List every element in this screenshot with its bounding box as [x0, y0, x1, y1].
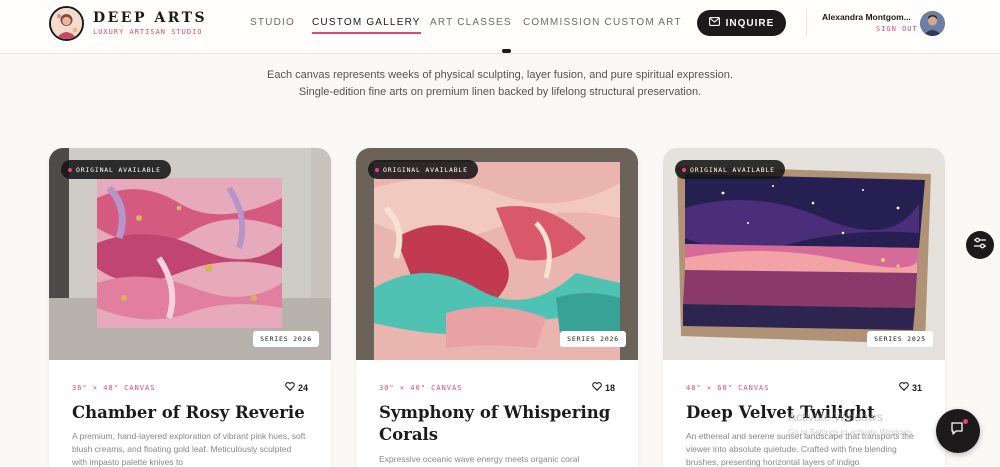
inquire-button[interactable]: INQUIRE [697, 10, 786, 36]
heart-icon [592, 382, 602, 393]
inquire-label: INQUIRE [725, 17, 775, 29]
mail-icon [708, 17, 720, 29]
activate-windows-watermark: Activate Windows [788, 410, 883, 424]
artwork-card[interactable]: ORIGINAL AVAILABLE SERIES 2026 30" × 40"… [356, 148, 638, 467]
artwork-image[interactable] [663, 148, 945, 360]
chat-icon [950, 421, 966, 441]
like-button[interactable]: 31 [899, 382, 922, 393]
badge-label: ORIGINAL AVAILABLE [690, 165, 775, 174]
brand-name: DEEP ARTS [93, 10, 208, 26]
artwork-description: A premium, hand-layered exploration of v… [72, 431, 306, 467]
activate-windows-subtext: Go to Settings to activate Windows. [788, 428, 915, 437]
nav-custom-gallery[interactable]: CUSTOM GALLERY [312, 17, 421, 34]
heart-icon [285, 382, 295, 393]
like-count: 31 [911, 382, 922, 393]
original-available-badge: ORIGINAL AVAILABLE [368, 160, 478, 179]
chat-notification-dot [963, 419, 968, 424]
original-available-badge: ORIGINAL AVAILABLE [675, 160, 785, 179]
brand[interactable]: DEEP ARTS LUXURY ARTISAN STUDIO [93, 10, 207, 36]
section-heading-fragment [470, 42, 540, 54]
series-badge: SERIES 2026 [560, 331, 626, 347]
original-available-badge: ORIGINAL AVAILABLE [61, 160, 171, 179]
nav-commission-custom-art[interactable]: COMMISSION CUSTOM ART [523, 17, 682, 28]
nav-art-classes[interactable]: ART CLASSES [430, 17, 512, 28]
user-name: Alexandra Montgom... [822, 12, 911, 22]
badge-label: ORIGINAL AVAILABLE [383, 165, 468, 174]
canvas-dimensions: 48" × 60" CANVAS [686, 384, 770, 392]
artwork-description: Expressive oceanic wave energy meets org… [379, 454, 580, 464]
artwork-image[interactable] [49, 148, 331, 360]
filter-icon [973, 236, 987, 254]
artwork-title[interactable]: Symphony of Whispering Corals [379, 402, 619, 446]
like-count: 18 [604, 382, 615, 393]
header-divider [806, 9, 807, 37]
artwork-image[interactable] [356, 148, 638, 360]
badge-label: ORIGINAL AVAILABLE [76, 165, 161, 174]
logo-portrait-icon[interactable] [49, 6, 84, 41]
canvas-dimensions: 36" × 48" CANVAS [72, 384, 156, 392]
heart-icon [899, 382, 909, 393]
canvas-dimensions: 30" × 40" CANVAS [379, 384, 463, 392]
brand-tagline: LUXURY ARTISAN STUDIO [93, 28, 203, 36]
artwork-title[interactable]: Chamber of Rosy Reverie [72, 402, 312, 424]
like-button[interactable]: 24 [285, 382, 308, 393]
intro-line-2: Single-edition fine arts on premium line… [298, 86, 702, 98]
user-avatar[interactable] [920, 11, 945, 36]
artwork-card[interactable]: ORIGINAL AVAILABLE SERIES 2026 36" × 48"… [49, 148, 331, 467]
filter-button[interactable] [966, 231, 994, 259]
sign-out-link[interactable]: SIGN OUT [876, 25, 918, 33]
series-badge: SERIES 2026 [253, 331, 319, 347]
like-count: 24 [297, 382, 308, 393]
intro-line-1: Each canvas represents weeks of physical… [267, 69, 733, 81]
series-badge: SERIES 2025 [867, 331, 933, 347]
chat-button[interactable] [936, 409, 980, 453]
nav-studio[interactable]: STUDIO [250, 17, 295, 28]
like-button[interactable]: 18 [592, 382, 615, 393]
